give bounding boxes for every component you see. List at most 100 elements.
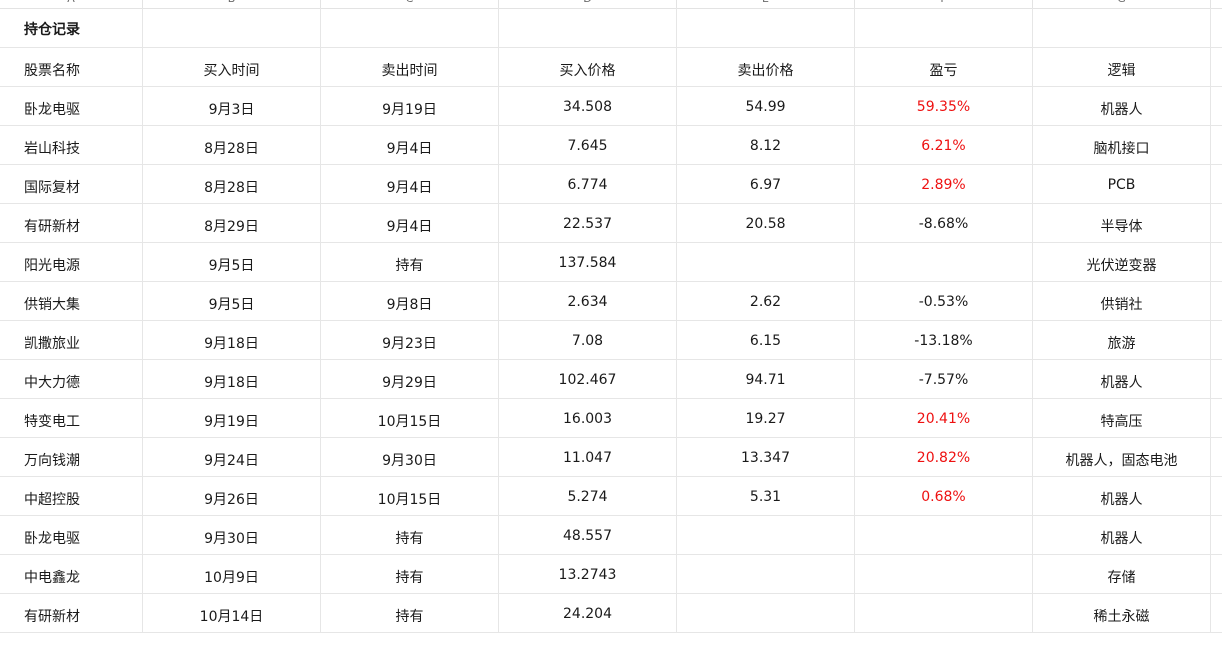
logic-cell[interactable]: 存储 — [1033, 555, 1211, 593]
empty-cell[interactable] — [499, 8, 677, 47]
logic-cell[interactable]: 脑机接口 — [1033, 126, 1211, 164]
buy-price-cell[interactable]: 22.537 — [499, 204, 677, 242]
column-header-a[interactable]: A — [0, 0, 143, 8]
logic-cell[interactable]: 旅游 — [1033, 321, 1211, 359]
logic-cell[interactable]: 机器人 — [1033, 516, 1211, 554]
empty-cell[interactable] — [1211, 126, 1222, 164]
sell-date-cell[interactable]: 9月4日 — [321, 204, 499, 242]
logic-cell[interactable]: 光伏逆变器 — [1033, 243, 1211, 281]
header-cell-sell-price[interactable]: 卖出价格 — [677, 48, 855, 86]
logic-cell[interactable]: 机器人 — [1033, 477, 1211, 515]
buy-price-cell[interactable]: 7.645 — [499, 126, 677, 164]
buy-price-cell[interactable]: 48.557 — [499, 516, 677, 554]
empty-cell[interactable] — [1211, 360, 1222, 398]
header-cell-buy-price[interactable]: 买入价格 — [499, 48, 677, 86]
buy-price-cell[interactable]: 2.634 — [499, 282, 677, 320]
sell-price-cell[interactable]: 8.12 — [677, 126, 855, 164]
buy-price-cell[interactable]: 102.467 — [499, 360, 677, 398]
stock-name-cell[interactable]: 中电鑫龙 — [0, 555, 143, 593]
sheet-title-cell[interactable]: 持仓记录 — [0, 8, 143, 47]
sell-date-cell[interactable]: 10月15日 — [321, 399, 499, 437]
sell-date-cell[interactable]: 持有 — [321, 555, 499, 593]
buy-price-cell[interactable]: 11.047 — [499, 438, 677, 476]
column-header-h[interactable] — [1211, 0, 1222, 8]
column-header-c[interactable]: C — [321, 0, 499, 8]
sell-date-cell[interactable]: 持有 — [321, 516, 499, 554]
empty-cell[interactable] — [1211, 282, 1222, 320]
header-cell-logic[interactable]: 逻辑 — [1033, 48, 1211, 86]
stock-name-cell[interactable]: 中超控股 — [0, 477, 143, 515]
pnl-cell[interactable]: -8.68% — [855, 204, 1033, 242]
buy-date-cell[interactable]: 8月29日 — [143, 204, 321, 242]
buy-date-cell[interactable]: 10月14日 — [143, 594, 321, 632]
buy-date-cell[interactable]: 8月28日 — [143, 126, 321, 164]
logic-cell[interactable]: 特高压 — [1033, 399, 1211, 437]
logic-cell[interactable]: 机器人 — [1033, 360, 1211, 398]
empty-cell[interactable] — [1211, 594, 1222, 632]
column-header-d[interactable]: D — [499, 0, 677, 8]
column-header-b[interactable]: B — [143, 0, 321, 8]
stock-name-cell[interactable]: 阳光电源 — [0, 243, 143, 281]
empty-cell[interactable] — [1211, 477, 1222, 515]
sell-price-cell[interactable]: 13.347 — [677, 438, 855, 476]
stock-name-cell[interactable]: 凯撒旅业 — [0, 321, 143, 359]
pnl-cell[interactable] — [855, 243, 1033, 281]
buy-date-cell[interactable]: 9月26日 — [143, 477, 321, 515]
header-cell-buy-date[interactable]: 买入时间 — [143, 48, 321, 86]
empty-cell[interactable] — [855, 8, 1033, 47]
empty-cell[interactable] — [1033, 8, 1211, 47]
sell-price-cell[interactable]: 5.31 — [677, 477, 855, 515]
sell-price-cell[interactable]: 19.27 — [677, 399, 855, 437]
buy-price-cell[interactable]: 16.003 — [499, 399, 677, 437]
sell-price-cell[interactable] — [677, 243, 855, 281]
sell-price-cell[interactable]: 6.15 — [677, 321, 855, 359]
buy-date-cell[interactable]: 9月3日 — [143, 87, 321, 125]
sell-date-cell[interactable]: 9月8日 — [321, 282, 499, 320]
column-header-g[interactable]: G — [1033, 0, 1211, 8]
pnl-cell[interactable] — [855, 594, 1033, 632]
sell-date-cell[interactable]: 9月19日 — [321, 87, 499, 125]
column-header-f[interactable]: F — [855, 0, 1033, 8]
sell-price-cell[interactable]: 94.71 — [677, 360, 855, 398]
sell-price-cell[interactable]: 6.97 — [677, 165, 855, 203]
sell-date-cell[interactable]: 9月30日 — [321, 438, 499, 476]
buy-date-cell[interactable]: 9月18日 — [143, 321, 321, 359]
empty-cell[interactable] — [1211, 516, 1222, 554]
stock-name-cell[interactable]: 卧龙电驱 — [0, 516, 143, 554]
buy-price-cell[interactable]: 137.584 — [499, 243, 677, 281]
pnl-cell[interactable]: 59.35% — [855, 87, 1033, 125]
pnl-cell[interactable]: -0.53% — [855, 282, 1033, 320]
buy-price-cell[interactable]: 7.08 — [499, 321, 677, 359]
sell-date-cell[interactable]: 9月4日 — [321, 126, 499, 164]
stock-name-cell[interactable]: 有研新材 — [0, 594, 143, 632]
pnl-cell[interactable]: 0.68% — [855, 477, 1033, 515]
buy-price-cell[interactable]: 34.508 — [499, 87, 677, 125]
empty-cell[interactable] — [1211, 8, 1222, 47]
sell-date-cell[interactable]: 9月29日 — [321, 360, 499, 398]
buy-price-cell[interactable]: 5.274 — [499, 477, 677, 515]
empty-cell[interactable] — [1211, 48, 1222, 86]
empty-cell[interactable] — [1211, 438, 1222, 476]
sell-price-cell[interactable]: 2.62 — [677, 282, 855, 320]
buy-date-cell[interactable]: 9月18日 — [143, 360, 321, 398]
sell-price-cell[interactable]: 54.99 — [677, 87, 855, 125]
sell-date-cell[interactable]: 10月15日 — [321, 477, 499, 515]
stock-name-cell[interactable]: 供销大集 — [0, 282, 143, 320]
stock-name-cell[interactable]: 特变电工 — [0, 399, 143, 437]
empty-cell[interactable] — [1211, 165, 1222, 203]
pnl-cell[interactable] — [855, 555, 1033, 593]
sell-price-cell[interactable] — [677, 594, 855, 632]
pnl-cell[interactable]: -7.57% — [855, 360, 1033, 398]
buy-date-cell[interactable]: 9月5日 — [143, 282, 321, 320]
header-cell-sell-date[interactable]: 卖出时间 — [321, 48, 499, 86]
empty-cell[interactable] — [1211, 555, 1222, 593]
pnl-cell[interactable]: 6.21% — [855, 126, 1033, 164]
empty-cell[interactable] — [1211, 321, 1222, 359]
stock-name-cell[interactable]: 卧龙电驱 — [0, 87, 143, 125]
pnl-cell[interactable]: 20.41% — [855, 399, 1033, 437]
sell-date-cell[interactable]: 9月23日 — [321, 321, 499, 359]
pnl-cell[interactable] — [855, 516, 1033, 554]
pnl-cell[interactable]: -13.18% — [855, 321, 1033, 359]
logic-cell[interactable]: PCB — [1033, 165, 1211, 203]
pnl-cell[interactable]: 2.89% — [855, 165, 1033, 203]
